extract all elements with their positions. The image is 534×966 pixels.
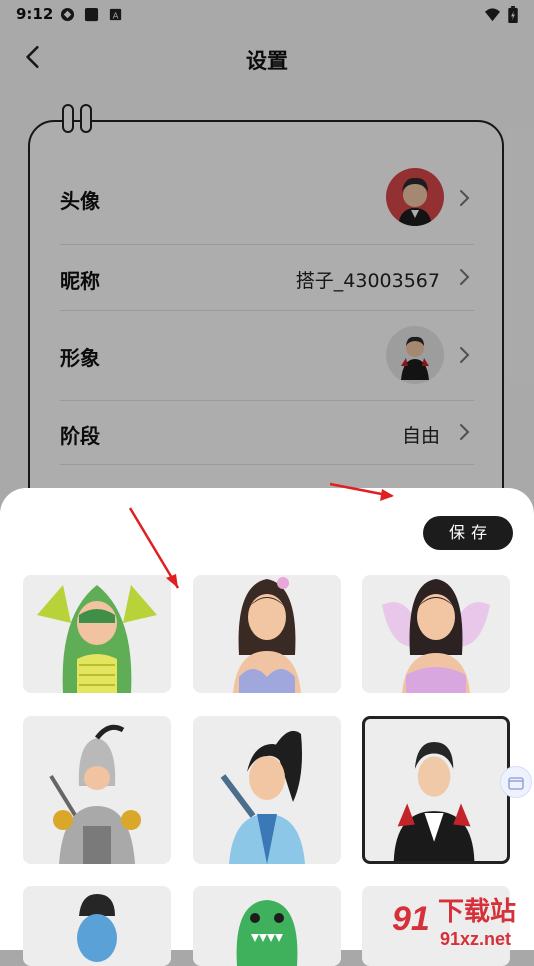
dragon-avatar-icon — [37, 585, 157, 693]
avatar-option-dragon[interactable] — [23, 575, 171, 693]
avatar-option-knight[interactable] — [23, 716, 171, 864]
dino-avatar-icon — [236, 900, 298, 966]
avatar-option-vampire-selected[interactable] — [362, 716, 510, 864]
knight-avatar-icon — [49, 724, 141, 864]
avatar-option-mermaid[interactable] — [193, 575, 341, 693]
avatar-option-blue-face[interactable] — [23, 886, 171, 966]
site-watermark: 91 下载站 91xz.net — [388, 890, 534, 950]
svg-text:91: 91 — [392, 900, 430, 938]
watermark-text: 下载站 — [438, 897, 516, 927]
save-button[interactable]: 保存 — [423, 516, 513, 550]
mermaid-avatar-icon — [233, 577, 301, 693]
avatar-option-fairy[interactable] — [362, 575, 510, 693]
floating-gift-icon[interactable] — [500, 766, 532, 798]
avatar-option-dino[interactable] — [193, 886, 341, 966]
vampire-avatar-icon — [393, 742, 475, 861]
fairy-avatar-icon — [382, 579, 490, 693]
watermark-domain: 91xz.net — [440, 929, 511, 949]
avatar-option-swordsman[interactable] — [193, 716, 341, 864]
blue-face-avatar-icon — [77, 894, 117, 962]
swordsman-avatar-icon — [220, 730, 305, 864]
